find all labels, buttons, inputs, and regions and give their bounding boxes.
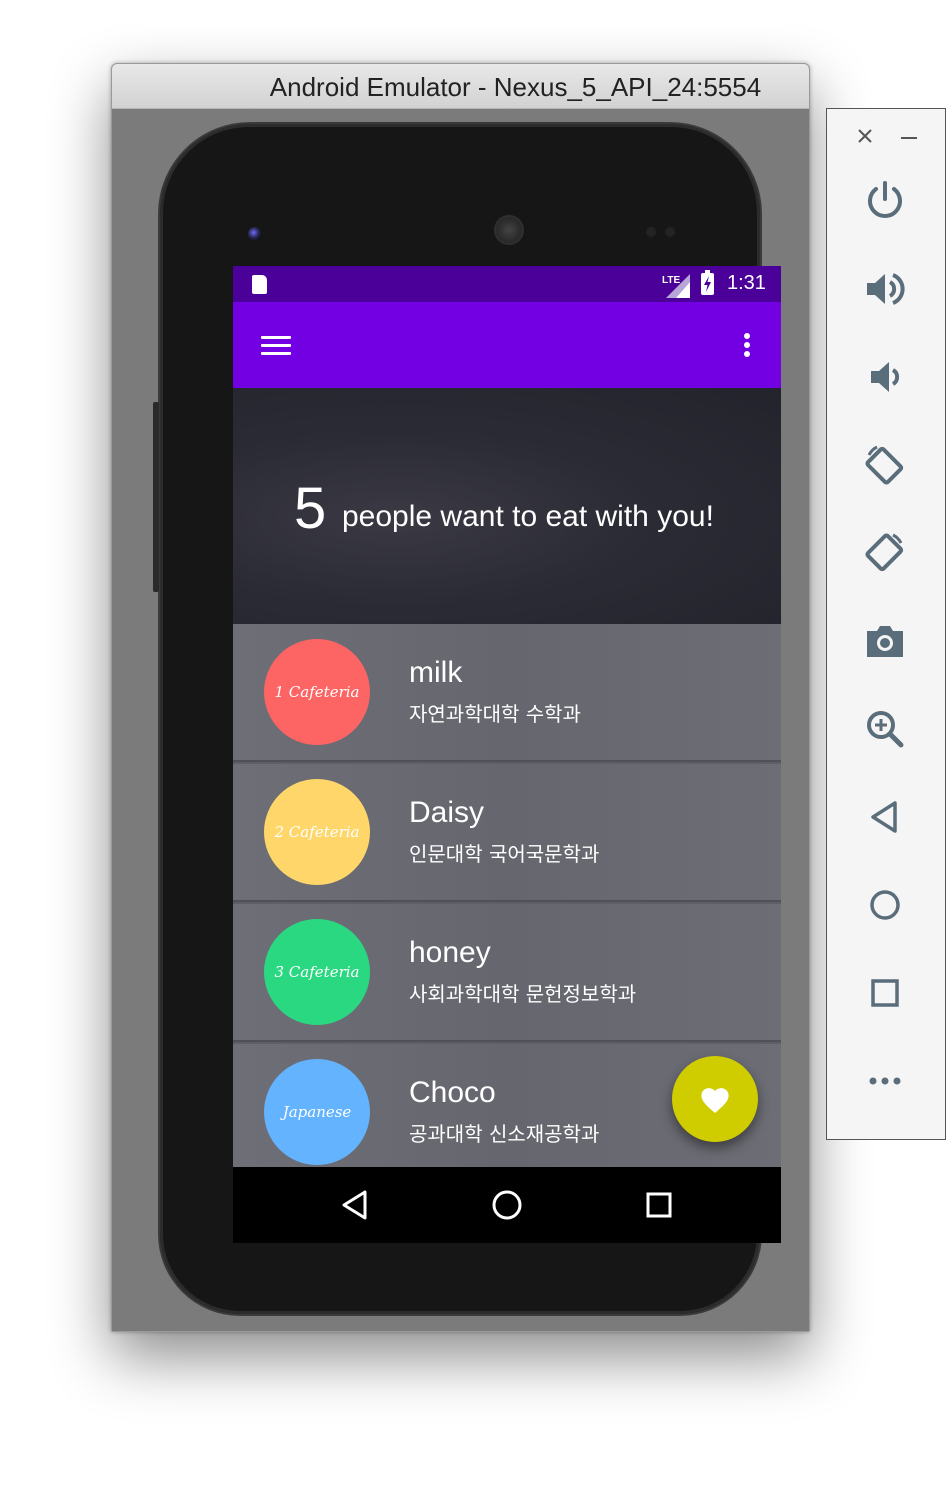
- cafeteria-badge: 3 Cafeteria: [264, 919, 370, 1025]
- home-icon[interactable]: [487, 1185, 527, 1225]
- person-name: Daisy: [409, 796, 485, 829]
- home-icon[interactable]: [861, 881, 909, 929]
- status-time: 1:31: [727, 272, 766, 294]
- hero-banner: 5 people want to eat with you!: [233, 388, 781, 624]
- cafeteria-badge: 1 Cafeteria: [264, 639, 370, 745]
- more-vert-icon[interactable]: [738, 332, 756, 360]
- person-name: Choco: [409, 1076, 496, 1109]
- back-icon[interactable]: [335, 1185, 375, 1225]
- front-camera: [248, 227, 262, 241]
- status-bar: LTE 1:31: [233, 266, 781, 302]
- rotate-left-icon[interactable]: [861, 441, 909, 489]
- favorite-fab-button[interactable]: [672, 1056, 758, 1142]
- proximity-sensor: [646, 227, 656, 237]
- rotate-right-icon[interactable]: [861, 529, 909, 577]
- volume-down-icon[interactable]: [861, 353, 909, 401]
- phone-side-button-left: [153, 402, 159, 592]
- back-icon[interactable]: [861, 793, 909, 841]
- hamburger-menu-icon[interactable]: [261, 336, 291, 356]
- list-item[interactable]: 3 Cafeteria honey 사회과학대학 문헌정보학과: [233, 904, 781, 1042]
- heart-icon: [701, 1088, 729, 1114]
- hero-message: people want to eat with you!: [342, 500, 714, 533]
- more-icon[interactable]: [861, 1057, 909, 1105]
- camera-icon[interactable]: [861, 617, 909, 665]
- person-name: honey: [409, 936, 491, 969]
- list-item[interactable]: 2 Cafeteria Daisy 인문대학 국어국문학과: [233, 764, 781, 902]
- people-count: 5: [294, 476, 327, 541]
- recents-icon[interactable]: [639, 1185, 679, 1225]
- battery-charging-icon: [701, 270, 714, 295]
- overview-icon[interactable]: [861, 969, 909, 1017]
- close-icon[interactable]: [854, 125, 876, 147]
- window-titlebar[interactable]: Android Emulator - Nexus_5_API_24:5554: [112, 64, 809, 109]
- person-department: 공과대학 신소재공학과: [409, 1122, 600, 1146]
- window-title: Android Emulator - Nexus_5_API_24:5554: [269, 72, 762, 102]
- volume-up-icon[interactable]: [861, 265, 909, 313]
- person-department: 사회과학대학 문헌정보학과: [409, 982, 637, 1006]
- minimize-icon[interactable]: [898, 125, 920, 147]
- app-toolbar: [233, 302, 781, 388]
- device-screen: LTE 1:31 5 people want to eat with you! …: [233, 266, 781, 1243]
- system-nav-bar: [233, 1167, 781, 1243]
- power-icon[interactable]: [861, 177, 909, 225]
- person-department: 자연과학대학 수학과: [409, 702, 581, 726]
- emulator-toolbar: [826, 108, 946, 1140]
- sd-card-icon: [252, 275, 267, 294]
- emulator-window: Android Emulator - Nexus_5_API_24:5554 L…: [111, 63, 810, 1332]
- cafeteria-badge: Japanese: [264, 1059, 370, 1165]
- zoom-icon[interactable]: [861, 705, 909, 753]
- person-department: 인문대학 국어국문학과: [409, 842, 600, 866]
- list-item[interactable]: 1 Cafeteria milk 자연과학대학 수학과: [233, 624, 781, 762]
- cafeteria-badge: 2 Cafeteria: [264, 779, 370, 885]
- phone-body: LTE 1:31 5 people want to eat with you! …: [153, 124, 781, 1314]
- svg-text:LTE: LTE: [662, 275, 680, 286]
- light-sensor: [665, 227, 675, 237]
- earpiece-speaker: [494, 215, 524, 245]
- person-name: milk: [409, 656, 463, 689]
- lte-signal-icon: LTE: [662, 274, 690, 298]
